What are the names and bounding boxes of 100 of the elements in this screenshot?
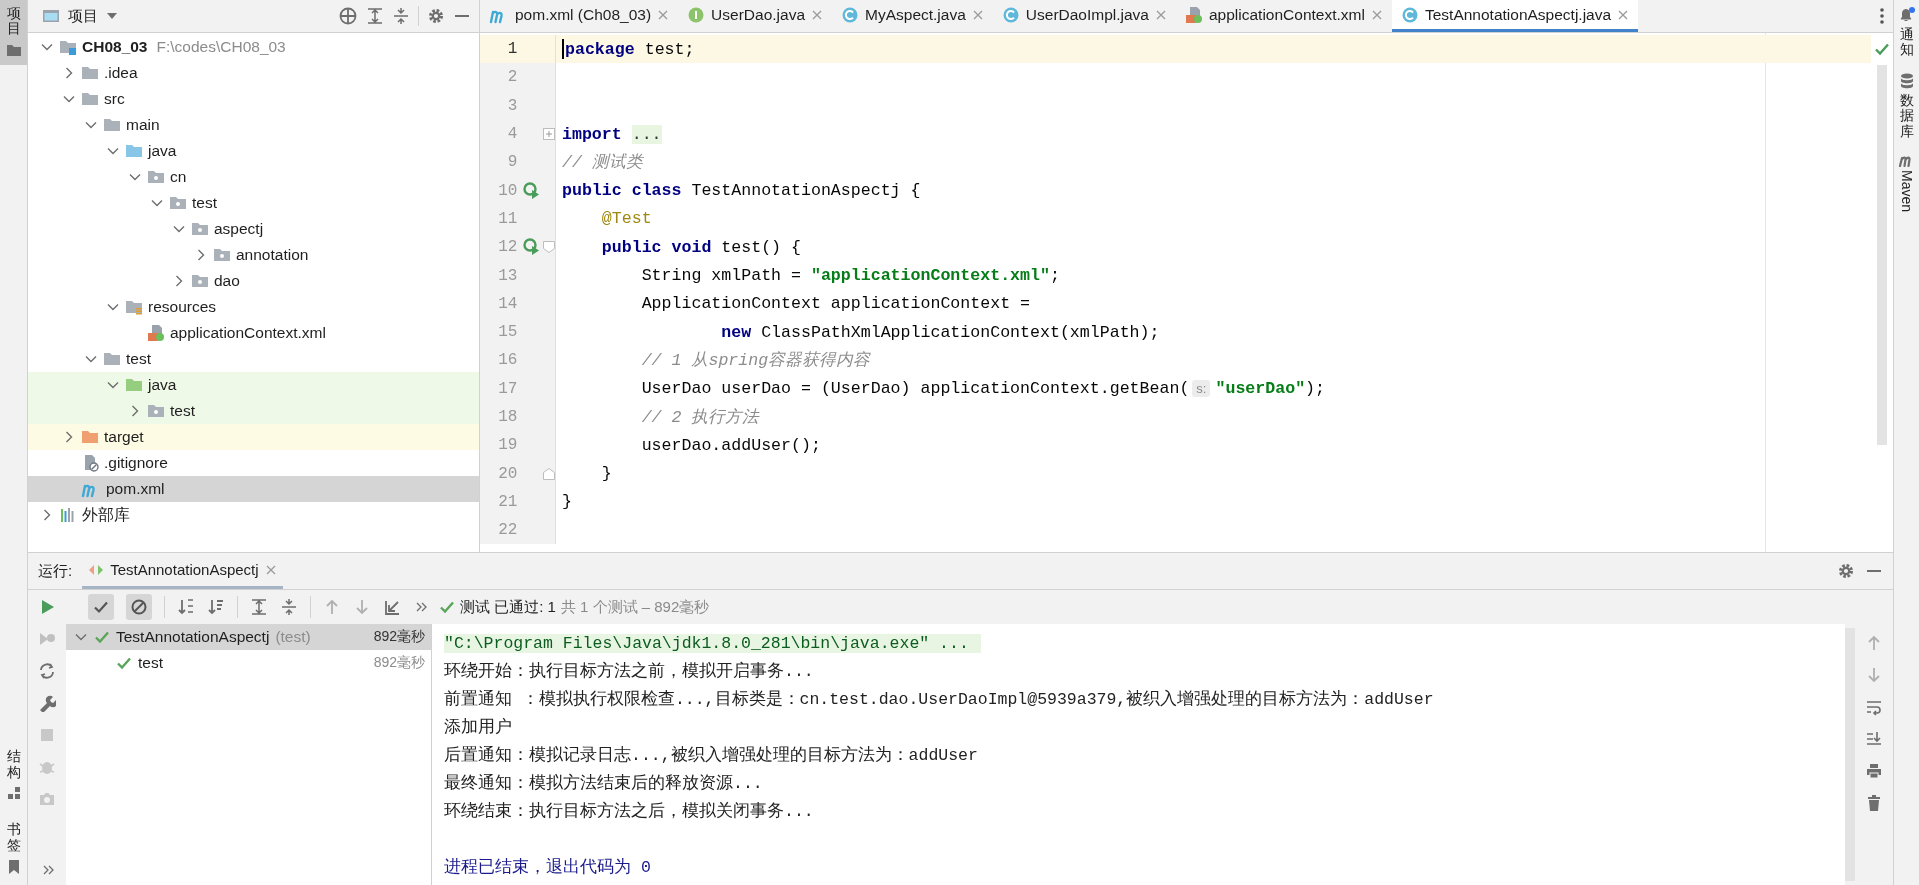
sort-alphabetically-icon[interactable] [177,598,195,616]
folder-icon [103,116,121,134]
collapse-chevron-icon[interactable] [41,41,53,53]
collapse-chevron-icon[interactable] [129,171,141,183]
trash-icon[interactable] [1865,794,1883,812]
settings-icon[interactable] [1837,562,1855,580]
panel-title: 运行: [38,561,73,581]
editor-tab[interactable]: pom.xml (Ch08_03) [480,0,679,32]
tree-item[interactable]: main [28,112,479,138]
show-passed-toggle[interactable] [88,594,114,620]
tree-item[interactable]: .gitignore [28,450,479,476]
tree-item[interactable]: test [28,346,479,372]
expand-chevron-icon[interactable] [129,405,141,417]
line-number: 2 [506,68,518,87]
line-number: 17 [497,379,518,398]
collapse-all-icon[interactable] [392,7,410,25]
expand-all-icon[interactable] [250,598,268,616]
scrollbar[interactable] [1877,65,1887,445]
more-options-icon[interactable] [1879,7,1885,25]
sort-by-duration-icon[interactable] [207,598,225,616]
tree-item[interactable]: target [28,424,479,450]
close-icon[interactable] [264,563,277,576]
editor-tab[interactable]: TestAnnotationAspectj.java [1391,0,1639,32]
class-icon [841,5,859,24]
settings-icon[interactable] [427,7,445,25]
tool-window-button[interactable]: 通知 [1897,6,1916,58]
line-number: 11 [497,209,518,228]
expand-all-icon[interactable] [366,7,384,25]
code-line: userDao.addUser(); [640,435,821,455]
tool-window-button[interactable]: 数据库 [1898,71,1915,139]
collapse-chevron-icon[interactable] [107,145,119,157]
close-icon[interactable] [971,8,984,21]
code-line: // 1 从spring容器获得内容 [640,350,871,372]
tree-item[interactable]: src [28,86,479,112]
editor-tab[interactable]: UserDao.java [678,0,832,32]
tree-item[interactable]: java [28,372,479,398]
tree-item[interactable]: resources [28,294,479,320]
console-line: 环绕开始：执行目标方法之前，模拟开启事务... [444,660,814,682]
tool-window-button[interactable]: 书签 [0,816,27,883]
collapse-chevron-icon[interactable] [63,93,75,105]
show-ignored-toggle[interactable] [126,594,152,620]
tree-item[interactable]: applicationContext.xml [28,320,479,346]
tree-item[interactable]: .idea [28,60,479,86]
wrench-icon[interactable] [38,694,56,712]
expand-chevron-icon[interactable] [173,275,185,287]
collapse-chevron-icon[interactable] [151,197,163,209]
collapse-chevron-icon[interactable] [173,223,185,235]
close-icon[interactable] [1617,8,1630,21]
collapse-chevron-icon[interactable] [75,631,87,643]
scrollbar[interactable] [1845,628,1855,881]
close-icon[interactable] [1370,8,1383,21]
editor-tab[interactable]: applicationContext.xml [1176,0,1392,32]
collapse-chevron-icon[interactable] [85,119,97,131]
close-icon[interactable] [1155,8,1167,21]
code-line: package test; [565,39,695,59]
tree-item[interactable]: annotation [28,242,479,268]
line-number: 15 [497,323,518,342]
print-icon[interactable] [1865,762,1883,780]
editor-tab[interactable]: MyAspect.java [832,0,993,32]
import-icon[interactable] [383,598,401,616]
tool-window-button[interactable]: Maven [1897,152,1916,212]
expand-chevron-icon[interactable] [63,67,75,79]
tool-window-button[interactable]: 结构 [0,743,27,809]
dropdown-caret-icon[interactable] [106,11,118,21]
run-gutter-icon[interactable] [523,238,542,257]
tree-item[interactable]: pom.xml [28,476,479,502]
locate-icon[interactable] [338,6,358,26]
tree-item[interactable]: dao [28,268,479,294]
tool-window-button[interactable]: 项目 [0,0,27,65]
test-tree-item[interactable]: test 892毫秒 [66,650,431,676]
collapse-all-icon[interactable] [280,598,298,616]
tree-item[interactable]: CH08_03 F:\codes\CH08_03 [28,34,479,60]
test-tree-item[interactable]: TestAnnotationAspectj (test) 892毫秒 [66,624,431,650]
tree-item[interactable]: aspectj [28,216,479,242]
soft-wrap-icon[interactable] [1865,698,1883,716]
toggle-auto-test-icon[interactable] [38,662,56,680]
collapse-chevron-icon[interactable] [107,301,119,313]
collapse-chevron-icon[interactable] [107,379,119,391]
close-icon[interactable] [657,8,670,21]
close-icon[interactable] [811,8,823,21]
tree-item[interactable]: test [28,398,479,424]
tree-item[interactable]: test [28,190,479,216]
panel-title[interactable]: 项目 [68,6,98,26]
expand-chevron-icon[interactable] [41,509,53,521]
prohibited-icon [130,598,148,616]
expand-chevron-icon[interactable] [63,431,75,443]
scroll-to-end-icon[interactable] [1865,730,1883,748]
tree-item[interactable]: 外部库 [28,502,479,528]
code-line: String xmlPath = "applicationContext.xml"; [640,266,1060,285]
expand-chevron-icon[interactable] [195,249,207,261]
tree-item[interactable]: java [28,138,479,164]
editor-tab[interactable]: UserDaoImpl.java [992,0,1176,32]
tree-item[interactable]: cn [28,164,479,190]
console-line: 前置通知 ：模拟执行权限检查...,目标类是：cn.test.dao.UserDaoImpl@5939a379,被织入增强处理的目标方法为：addUser [444,689,1434,710]
folder-icon [81,90,99,108]
run-gutter-icon[interactable] [523,181,542,200]
collapse-chevron-icon[interactable] [85,353,97,365]
folder-icon [81,64,99,82]
run-tab[interactable]: TestAnnotationAspectj [82,553,283,589]
line-number: 20 [497,464,518,483]
